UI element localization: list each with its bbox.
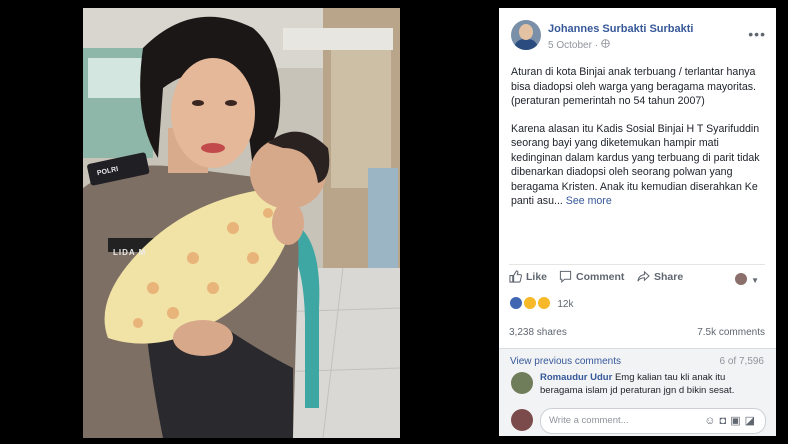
post-panel: Johannes Surbakti Surbakti 5 October · •… — [499, 8, 776, 436]
comment-placeholder: Write a comment... — [549, 415, 629, 426]
share-icon — [637, 270, 650, 282]
post-paragraph-text: Karena alasan itu Kadis Sosial Binjai H … — [511, 122, 760, 208]
like-label: Like — [526, 271, 548, 283]
shares-count[interactable]: 3,238 shares — [509, 327, 567, 338]
author-name[interactable]: Johannes Surbakti Surbakti — [548, 23, 693, 35]
reaction-count: 12k — [557, 299, 574, 310]
camera-icon[interactable]: ◘ — [720, 415, 731, 427]
chevron-down-icon: ▼ — [751, 276, 759, 285]
share-button[interactable]: Share — [637, 270, 683, 283]
post-date[interactable]: 5 October — [548, 40, 592, 51]
post-meta: 5 October · — [548, 39, 610, 51]
sad-reaction-icon — [522, 296, 537, 310]
thumbs-up-icon — [509, 270, 522, 283]
current-user-avatar — [511, 409, 533, 431]
see-more-link[interactable]: See more — [566, 195, 612, 207]
view-previous-comments-link[interactable]: View previous comments — [510, 356, 621, 367]
post-header: Johannes Surbakti Surbakti 5 October · •… — [511, 20, 766, 56]
meta-separator: · — [594, 40, 599, 51]
action-bar: Like Comment Share ▼ — [509, 264, 765, 287]
emoji-icon[interactable]: ☺ — [704, 415, 719, 427]
post-paragraph: Karena alasan itu Kadis Sosial Binjai H … — [511, 122, 765, 209]
comment-button[interactable]: Comment — [559, 270, 625, 284]
post-paragraph: Aturan di kota Binjai anak terbuang / te… — [511, 66, 756, 107]
comment-item: Romaudur Udur Emg kalian tau kli anak it… — [540, 372, 766, 397]
post-body: Aturan di kota Binjai anak terbuang / te… — [511, 65, 765, 222]
like-reaction-icon — [509, 296, 523, 310]
comments-section: View previous comments 6 of 7,596 Romaud… — [499, 348, 776, 436]
comments-pagination: 6 of 7,596 — [719, 356, 764, 367]
comment-icon — [559, 270, 572, 284]
comment-label: Comment — [576, 271, 625, 283]
sticker-icon[interactable]: ◪ — [745, 415, 759, 427]
author-avatar[interactable] — [511, 20, 541, 50]
mini-avatar — [734, 273, 747, 285]
comment-tools: ☺◘▣◪ — [704, 414, 759, 427]
name-tag-text: LIDA M — [113, 248, 147, 257]
like-button[interactable]: Like — [509, 270, 547, 283]
comments-count[interactable]: 7.5k comments — [697, 327, 765, 338]
ellipsis-icon[interactable]: ••• — [748, 26, 766, 42]
wow-reaction-icon — [536, 296, 551, 310]
post-photo[interactable]: POLRI LIDA M — [83, 8, 400, 438]
photo-illustration — [83, 8, 400, 438]
audience-selector[interactable]: ▼ — [734, 270, 759, 288]
comment-input[interactable]: Write a comment... ☺◘▣◪ — [540, 408, 766, 434]
commenter-avatar[interactable] — [511, 372, 533, 394]
gif-icon[interactable]: ▣ — [730, 415, 744, 427]
globe-icon — [601, 39, 610, 51]
commenter-name[interactable]: Romaudur Udur — [540, 372, 612, 383]
share-label: Share — [654, 271, 684, 283]
reactions-summary[interactable]: 12k — [509, 296, 573, 310]
